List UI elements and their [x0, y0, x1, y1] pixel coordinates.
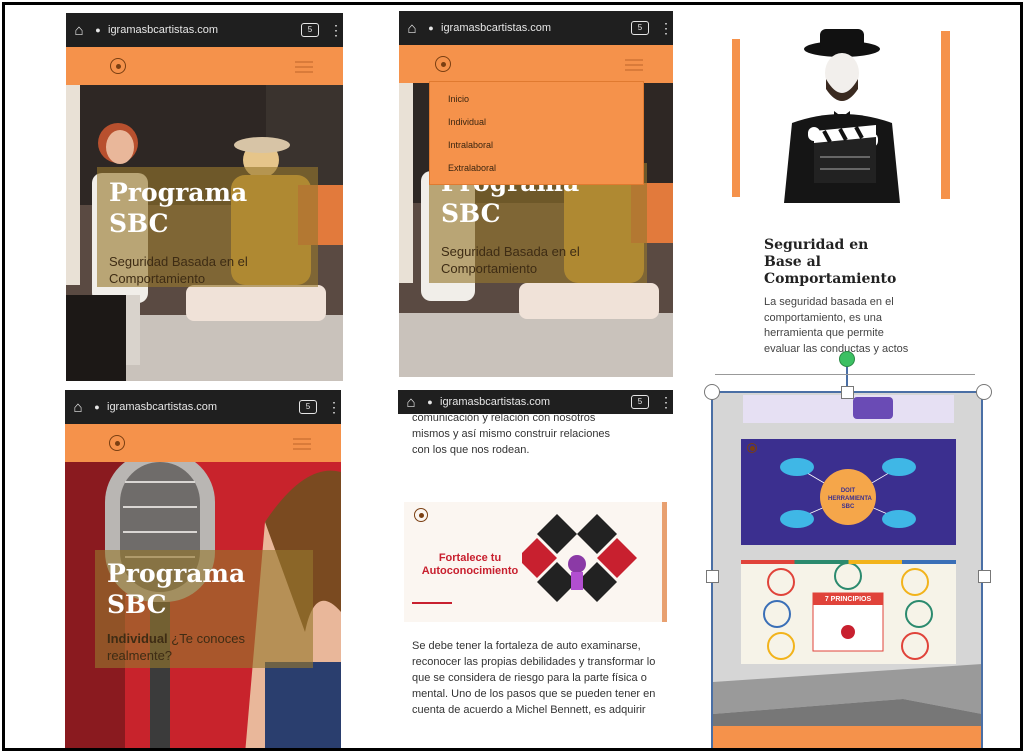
principles-infographic-card: 7 PRINCIPIOS	[741, 560, 956, 664]
orange-footer-bar	[713, 726, 982, 748]
more-menu-icon[interactable]: ⋮	[659, 20, 673, 37]
url-bar[interactable]: igramasbcartistas.com	[436, 396, 631, 408]
site-logo-icon[interactable]	[109, 435, 125, 451]
infographic-strip-screenshot: DOIT HERRAMIENTA SBC 7 PRINCIPIOS	[713, 393, 982, 748]
hero-subtitle: Seguridad Basada en el Comportamiento	[109, 254, 248, 286]
home-icon[interactable]: ⌂	[65, 399, 91, 416]
body-text: Se debe tener la fortaleza de auto exami…	[412, 640, 656, 716]
more-menu-icon[interactable]: ⋮	[329, 22, 343, 39]
rotate-handle[interactable]	[839, 351, 855, 367]
doit-center-label: DOIT HERRAMIENTA SBC	[828, 488, 872, 510]
phone-screenshot-menu-open: ⌂ ● igramasbcartistas.com 5 ⋮ Programa	[399, 11, 673, 377]
hero-title-line1: Programa	[109, 178, 248, 207]
hero-overlay-card: Programa SBC Seguridad Basada en el Comp…	[97, 167, 318, 287]
browser-toolbar: ⌂ ● igramasbcartistas.com 5 ⋮	[66, 13, 343, 47]
resize-handle-bottom-left[interactable]	[704, 749, 720, 751]
banner-logo-icon	[414, 508, 428, 522]
purple-top-card	[743, 395, 954, 423]
hamburger-menu-icon[interactable]	[295, 61, 313, 76]
menu-item-intralaboral[interactable]: Intralaboral	[430, 134, 643, 157]
home-icon[interactable]: ⌂	[399, 20, 425, 37]
doit-infographic-card: DOIT HERRAMIENTA SBC	[741, 439, 956, 545]
tab-count-badge[interactable]: 5	[299, 400, 317, 414]
site-header	[65, 424, 341, 462]
resize-handle-top-right[interactable]	[976, 384, 992, 400]
hero-title-line2: SBC	[441, 199, 501, 228]
autoconocimiento-banner: Fortalece tu Autoconocimiento	[404, 502, 667, 622]
collage-frame: ⌂ ● igramasbcartistas.com 5 ⋮ Programa S…	[2, 2, 1023, 751]
resize-handle-right[interactable]	[978, 570, 991, 583]
url-bar[interactable]: igramasbcartistas.com	[104, 24, 301, 36]
guide-line	[715, 374, 975, 375]
hero-photo: Programa SBC Seguridad Basada en el Comp…	[66, 85, 343, 381]
site-logo-icon[interactable]	[435, 56, 451, 72]
resize-handle-top[interactable]	[841, 386, 854, 399]
resize-handle-bottom-right[interactable]	[976, 749, 992, 751]
principles-diagram	[763, 562, 933, 660]
site-logo-icon[interactable]	[110, 58, 126, 74]
url-bar[interactable]: igramasbcartistas.com	[437, 22, 631, 34]
resize-handle-bottom[interactable]	[841, 750, 854, 751]
article-body: La seguridad basada en el comportamiento…	[764, 296, 909, 355]
hero-title-line1: Programa	[107, 559, 246, 588]
hero-subtitle-bold: Individual	[107, 631, 168, 646]
mime-clapperboard-image	[744, 27, 940, 203]
hero-photo: Programa SBC Individual ¿Te conoces real…	[65, 452, 341, 748]
principles-banner-label: 7 PRINCIPIOS	[824, 596, 872, 603]
orange-accent-bar	[732, 39, 740, 197]
hero-title-line2: SBC	[109, 209, 169, 238]
menu-item-individual[interactable]: Individual	[430, 111, 643, 134]
orange-accent-bar-right	[941, 31, 950, 199]
doit-logo-icon	[747, 443, 757, 453]
lock-icon: ●	[427, 397, 433, 407]
banner-divider	[412, 602, 452, 604]
resize-handle-left[interactable]	[706, 570, 719, 583]
principles-top-strip	[741, 560, 956, 564]
tab-count-badge[interactable]: 5	[301, 23, 319, 37]
lock-icon: ●	[94, 402, 100, 412]
tab-count-badge[interactable]: 5	[631, 21, 649, 35]
phone-screenshot-autoconocimiento: ⌂ ● igramasbcartistas.com 5 ⋮ comunicaci…	[398, 390, 673, 748]
intro-text: comunicación y relación con nosotros mis…	[412, 412, 611, 456]
home-icon[interactable]: ⌂	[66, 22, 92, 39]
lock-icon: ●	[95, 25, 101, 35]
article-heading: Seguridad en Base al Comportamiento	[764, 237, 897, 287]
menu-item-inicio[interactable]: Inicio	[430, 88, 643, 111]
browser-toolbar: ⌂ ● igramasbcartistas.com 5 ⋮	[399, 11, 673, 45]
lock-icon: ●	[428, 23, 434, 33]
url-bar[interactable]: igramasbcartistas.com	[103, 401, 299, 413]
hero-overlay-card: Programa SBC Individual ¿Te conoces real…	[95, 550, 313, 668]
banner-title: Fortalece tu Autoconocimiento	[421, 552, 519, 577]
purple-card-figure	[853, 397, 893, 419]
site-header	[66, 47, 343, 85]
site-header	[399, 45, 673, 83]
menu-item-extralaboral[interactable]: Extralaboral	[430, 157, 643, 180]
phone-screenshot-individual: ⌂ ● igramasbcartistas.com 5 ⋮ Programa S…	[65, 390, 341, 748]
hero-subtitle: Individual ¿Te conoces realmente?	[107, 630, 301, 664]
tab-count-badge[interactable]: 5	[631, 395, 649, 409]
hero-title-line2: SBC	[107, 590, 167, 619]
hamburger-menu-icon[interactable]	[625, 59, 643, 74]
article-card-screenshot: Seguridad en Base al Comportamiento La s…	[732, 27, 951, 371]
more-menu-icon[interactable]: ⋮	[659, 394, 673, 411]
nav-dropdown-menu: Inicio Individual Intralaboral Extralabo…	[429, 81, 644, 185]
hero-subtitle: Seguridad Basada en el Comportamiento	[441, 244, 580, 276]
more-menu-icon[interactable]: ⋮	[327, 399, 341, 416]
phone-screenshot-home: ⌂ ● igramasbcartistas.com 5 ⋮ Programa S…	[66, 13, 343, 381]
hamburger-menu-icon[interactable]	[293, 438, 311, 453]
resize-handle-top-left[interactable]	[704, 384, 720, 400]
decision-diamonds-graphic	[522, 514, 637, 602]
home-icon[interactable]: ⌂	[398, 394, 424, 411]
browser-toolbar: ⌂ ● igramasbcartistas.com 5 ⋮	[65, 390, 341, 424]
